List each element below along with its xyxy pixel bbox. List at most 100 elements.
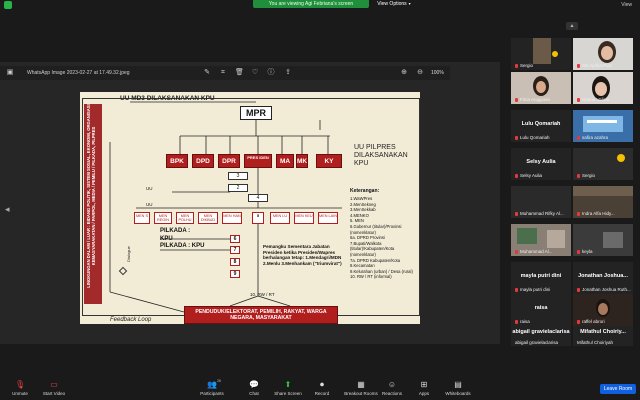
participant-tile[interactable]: Muhammad Rifky Al... [511,186,571,218]
participant-tile[interactable]: Gracia Valicia [573,72,633,104]
minister-box: MEN S [134,212,150,224]
record-label: Record [314,391,330,396]
whiteboards-button[interactable]: ▤ Whiteboards [438,380,478,396]
legend-title: Keterangan: [350,188,380,194]
unmute-label: Unmute [12,391,28,396]
participant-display-name: Mifathul Choiriy... [580,329,626,335]
muted-mic-icon [577,212,580,216]
muted-mic-icon [515,250,518,254]
institution-mk: MK [296,154,308,168]
participant-name: raffel abrori [582,319,605,324]
share-icon[interactable]: ⇪ [284,69,292,77]
previous-image-icon[interactable]: ◂ [5,204,11,214]
uu-mid-label: UU [146,202,153,207]
record-icon: ⏺ [320,380,324,389]
participant-display-name: raisa [534,305,548,311]
share-screen-label: Share Screen [274,391,302,396]
participants-count: 26 [217,379,221,383]
image-viewer-toolbar: ▣ WhatsApp Image 2023-02-27 at 17.49.32.… [0,66,450,80]
box-8: 8 [230,258,240,266]
population-band: PENDUDUK/ELEKTORAT, PEMILIH, RAKYAT, WAR… [184,306,338,324]
minister-box: MEN POLHU [176,212,194,224]
view-options-button[interactable]: View Options ▾ [374,0,414,8]
muted-mic-icon [515,288,518,292]
participant-tile[interactable]: Selsy Aulia Selsy Aulia [511,148,571,180]
gallery-icon[interactable]: ▣ [6,69,14,77]
participant-name: Gracia Valicia [582,97,610,102]
participant-tile[interactable]: safira azahra [573,110,633,142]
record-button[interactable]: ⏺ Record [302,380,342,396]
dialogue-label: Dialogue [126,246,131,262]
participant-tile[interactable]: Mifathul Choiriy... Mifathul Choiriyah [573,326,633,346]
delete-icon[interactable]: 🗑 [235,69,244,77]
zoom-in-icon[interactable]: ⊕ [400,69,408,77]
minister-box: MEN LAIN [318,212,338,224]
muted-mic-icon [515,174,518,178]
favorite-icon[interactable]: ♡ [251,69,259,77]
participant-tile[interactable]: Indra Alfa Hidy... [573,186,633,218]
gallery-up-icon[interactable]: ▲ [566,22,578,30]
participant-name: Jonathan Joshua Ruth... [582,287,631,292]
muted-mic-icon [577,174,580,178]
pilkada-label-1: PILKADA : [160,228,191,234]
participant-tile[interactable]: Siti Aprilia Putri [573,38,633,70]
box-3: 3 [228,172,248,180]
chat-icon: 💬 [249,380,259,389]
pilpres-note: UU PILPRES DILAKSANAKAN KPU [354,144,408,167]
participant-tile[interactable]: Fitria Anggraini [511,72,571,104]
participant-name: Selsy Aulia [520,173,543,178]
slide-image: UU MD3 DILAKSANAKAN KPU LINGKUNGAN DALAM… [80,92,420,324]
participant-display-name: Jonathan Joshua... [578,273,628,279]
uu-top-label: UU [146,186,153,191]
muted-mic-icon [515,64,518,68]
edit-icon[interactable]: ✎ [203,69,211,77]
microphone-muted-icon: 🎙 [15,380,26,389]
participant-tile[interactable]: mayla putri dini mayla putri dini [511,262,571,294]
institution-dpr: DPR [218,154,240,168]
reactions-icon: ☺ [387,380,397,389]
box-9: 9 [230,270,240,278]
participant-name: abigail gravielaclarisa [515,340,559,345]
participant-tile[interactable]: Sergio [511,38,571,70]
feedback-loop-label: Feedback Loop [110,317,152,323]
participants-icon: 👥 [207,380,217,389]
pilkada-label-2: PILKADA : KPU [160,243,205,249]
meeting-toolbar: 🎙 Unmute ▭ Start Video 👥 26 Participants… [0,376,640,400]
participant-tile[interactable]: raisa raisa [511,294,571,326]
participant-name: Mifathul Choiriyah [577,340,614,345]
zoom-out-icon[interactable]: ⊖ [416,69,424,77]
whiteboards-label: Whiteboards [445,391,471,396]
muted-mic-icon [577,288,580,292]
leave-room-button[interactable]: Leave Room [600,384,636,394]
info-icon[interactable]: ⓘ [267,69,275,77]
muted-mic-icon [577,98,580,102]
rw-rt-label: 10. RW / RT [250,292,275,297]
participant-tile[interactable]: raffel abrori [573,294,633,326]
breakout-rooms-icon: ▦ [357,380,365,389]
participant-tile[interactable]: keyla [573,224,633,256]
box-5: 5 [252,212,264,224]
start-video-button[interactable]: ▭ Start Video [34,380,74,396]
participant-name: Sergio [520,63,534,68]
muted-mic-icon [515,212,518,216]
institution-dpd: DPD [192,154,214,168]
minister-box: MEN REGIN [154,212,172,224]
crop-icon[interactable]: ⌗ [219,69,227,77]
view-button[interactable]: View [590,0,636,10]
muted-mic-icon [515,136,518,140]
participant-tile[interactable]: Jonathan Joshua... Jonathan Joshua Ruth.… [573,262,633,294]
participant-tile[interactable]: Sergio [573,148,633,180]
box-4: 4 [248,194,268,202]
participant-tile[interactable]: abigail gravielaclarisa abigail graviela… [511,326,571,346]
participant-name: Fitria Anggraini [520,97,551,102]
muted-mic-icon [515,320,518,324]
participant-tile[interactable]: Lulu Qomariah Lulu Qomariah [511,110,571,142]
security-shield-icon[interactable] [4,1,12,9]
participants-button[interactable]: 👥 26 Participants [192,379,232,396]
kpu-label-1: KPU [160,236,173,242]
participant-name: safira azahra [582,135,609,140]
participant-tile[interactable]: Muhammad Al... [511,224,571,256]
minister-box: MEN DIKBUD [198,212,218,224]
box-6: 6 [230,235,240,243]
minister-box: MEN KEU [294,212,314,224]
